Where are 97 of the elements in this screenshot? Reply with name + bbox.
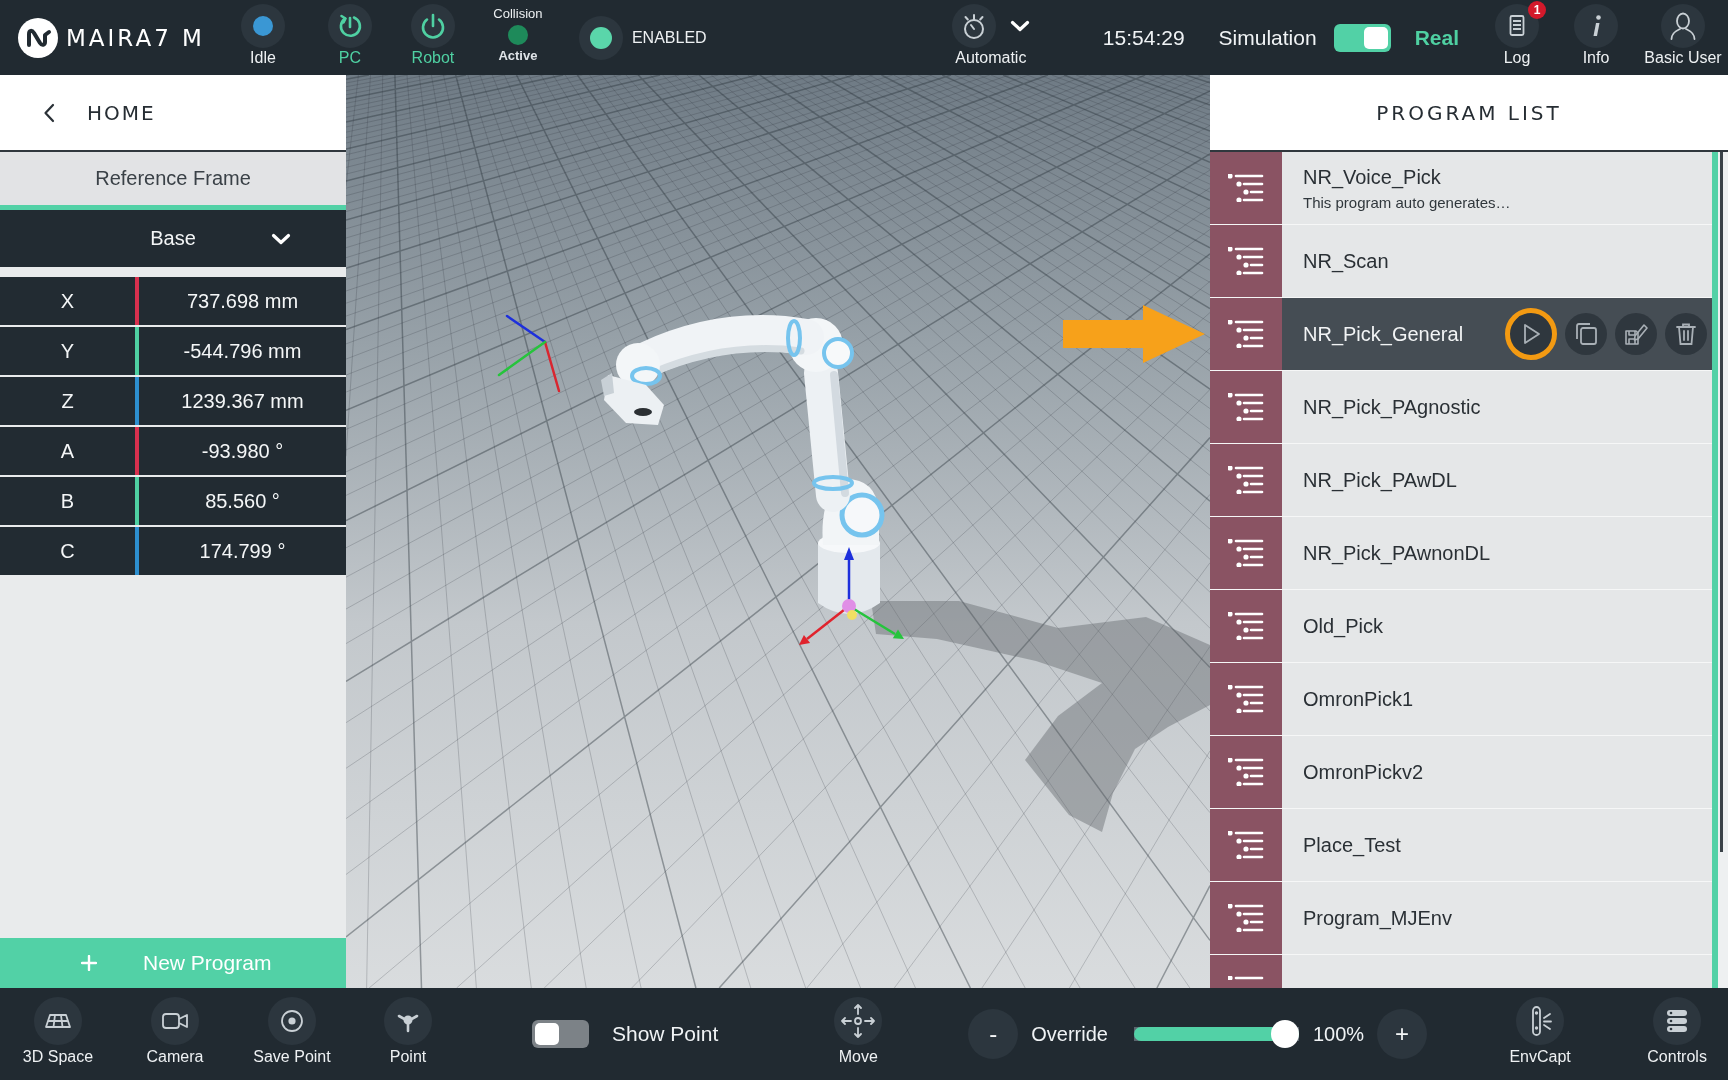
program-row[interactable]: Program_MJEnv [1210,882,1712,954]
save-edit-icon [1624,322,1648,346]
program-name: NR_Pick_PAgnostic [1303,395,1482,419]
program-name: NR_Pick_General [1303,322,1465,346]
coordinate-value: -544.796 mm [139,327,346,375]
override-slider-thumb[interactable] [1270,1020,1299,1048]
tripod-point-icon [384,997,432,1045]
axis-label: Y [0,327,135,375]
program-row[interactable]: OmronPick1 [1210,663,1712,735]
program-row[interactable]: NR_Pick_PAgnostic [1210,371,1712,443]
camera-icon [151,997,199,1045]
chevron-left-icon [43,102,55,123]
axis-label: X [0,277,135,325]
program-row[interactable]: NR_Pick_PAwDL [1210,444,1712,516]
move-arrows-icon [834,997,883,1045]
chevron-down-icon [1009,20,1030,32]
decrease-override-button[interactable]: - [968,1009,1019,1059]
scrollbar-thumb[interactable] [1720,152,1723,852]
coordinate-value: 85.560 ° [139,477,346,525]
power-cycle-icon [327,4,372,48]
collision-title: Collision [493,6,543,21]
axis-label: B [0,477,135,525]
user-button[interactable]: Basic User [1642,0,1724,75]
power-icon [410,4,455,48]
program-row[interactable]: Old_Pick [1210,590,1712,662]
program-row[interactable]: Place_Test [1210,809,1712,881]
program-name: Old_Pick [1303,614,1385,638]
floor-grid-drawing[interactable] [346,75,1210,988]
mode-button[interactable]: Automatic [950,0,1031,75]
move-button[interactable]: Move [818,988,899,1080]
stacked-bars-icon [1653,997,1702,1045]
target-icon [268,997,316,1045]
reference-frame-dropdown[interactable]: Base [0,210,346,267]
sensor-icon [1516,997,1565,1045]
info-button[interactable]: Info [1566,0,1626,75]
simulation-label: Simulation [1218,25,1317,50]
increase-override-button[interactable]: + [1377,1009,1428,1059]
coordinate-value: -93.980 ° [139,427,346,475]
program-list-title: PROGRAM LIST [1210,75,1728,152]
axis-label: C [0,527,135,575]
coordinate-value: 174.799 ° [139,527,346,575]
controls-button[interactable]: Controls [1632,988,1723,1080]
program-name: Place_Test [1303,833,1402,857]
product-name: MAIRA7 M [66,24,205,51]
floor-grid-icon [34,997,82,1045]
program-name: OmronPickv2 [1303,760,1425,784]
program-name: OmronPick1 [1303,687,1415,711]
override-value: 100% [1312,1022,1365,1046]
3d-space-button[interactable]: 3D Space [8,988,108,1080]
axis-label: Z [0,377,135,425]
program-row[interactable]: NR_Pick_General [1210,298,1712,370]
back-button[interactable]: HOME [43,100,156,125]
program-name: NR_Voice_Pick [1303,165,1442,189]
program-name: Program_MJEnv [1303,906,1453,930]
reference-frame-title: Reference Frame [0,152,346,210]
trash-icon [1674,322,1698,346]
camera-button[interactable]: Camera [125,988,225,1080]
override-label: Override [1031,1022,1108,1046]
log-button[interactable]: 1 Log [1487,0,1547,75]
program-name: NR_Pick_PAwDL [1303,468,1458,492]
user-icon [1661,4,1705,48]
program-description: This program auto generates… [1303,193,1512,211]
show-point-label: Show Point [612,1022,719,1046]
pc-power-button[interactable]: PC [309,0,390,75]
logo-icon [18,17,58,58]
program-row[interactable]: OmronPickv2 [1210,736,1712,808]
coordinate-value: 1239.367 mm [139,377,346,425]
delete-button[interactable] [1665,313,1707,355]
program-name: NR_Pick_PAwnonDL [1303,541,1492,565]
program-row[interactable]: NR_Scan [1210,225,1712,297]
robot-power-button[interactable]: Robot [392,0,473,75]
document-icon [1495,4,1539,48]
show-point-switch[interactable] [532,1020,589,1048]
collision-state: Active [498,48,538,63]
copy-icon [1574,322,1598,346]
program-row[interactable]: NR_Pick_PAwnonDL [1210,517,1712,589]
plus-icon [81,955,97,971]
program-row[interactable] [1210,955,1712,988]
axis-label: A [0,427,135,475]
save-edit-button[interactable] [1615,313,1657,355]
save-point-button[interactable]: Save Point [242,988,342,1080]
simulation-real-switch[interactable] [1333,23,1391,52]
idle-status-button[interactable]: Idle [222,0,303,75]
point-button[interactable]: Point [358,988,458,1080]
enable-button[interactable]: ENABLED [578,0,707,75]
program-name: NR_Scan [1303,249,1390,273]
stopwatch-icon [951,4,996,48]
real-label: Real [1414,25,1459,50]
copy-button[interactable] [1565,313,1607,355]
run-button[interactable] [1505,308,1557,360]
clock-time: 15:54:29 [1102,25,1185,50]
info-icon [1574,4,1618,48]
program-row[interactable]: NR_Voice_Pick This program auto generates… [1210,152,1712,224]
env-capture-button[interactable]: EnvCapt [1495,988,1586,1080]
notification-badge: 1 [1528,1,1546,19]
chevron-down-icon [271,232,291,245]
coordinate-value: 737.698 mm [139,277,346,325]
